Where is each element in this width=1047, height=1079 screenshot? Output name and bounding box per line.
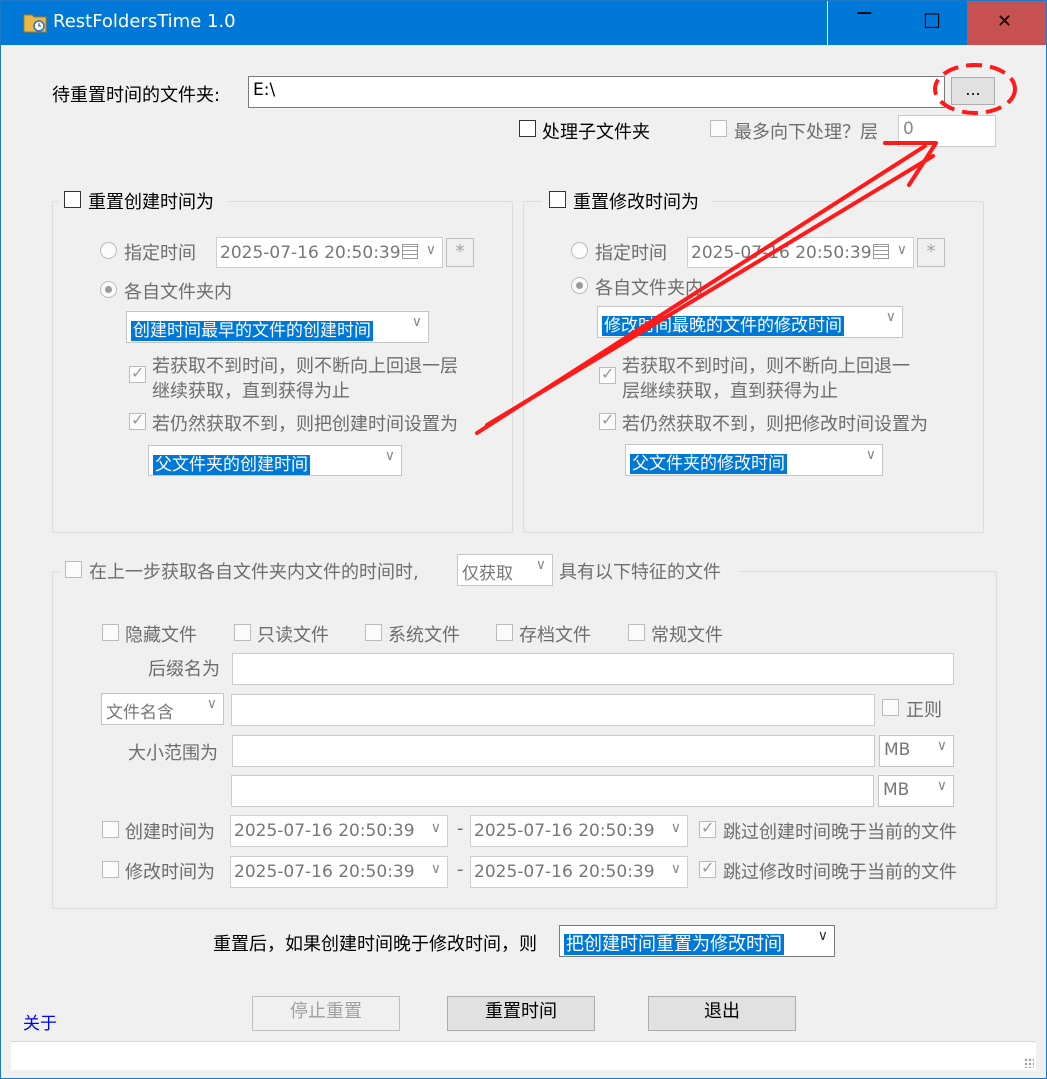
app-window: RestFoldersTime 1.0 ‒ ☐ ✕ 待重置时间的文件夹: E:\… — [0, 0, 1047, 1079]
annotation-dashed-circle — [933, 63, 1017, 115]
annotation-overlay — [475, 63, 1017, 435]
annotation-arrow-icon — [475, 141, 938, 435]
